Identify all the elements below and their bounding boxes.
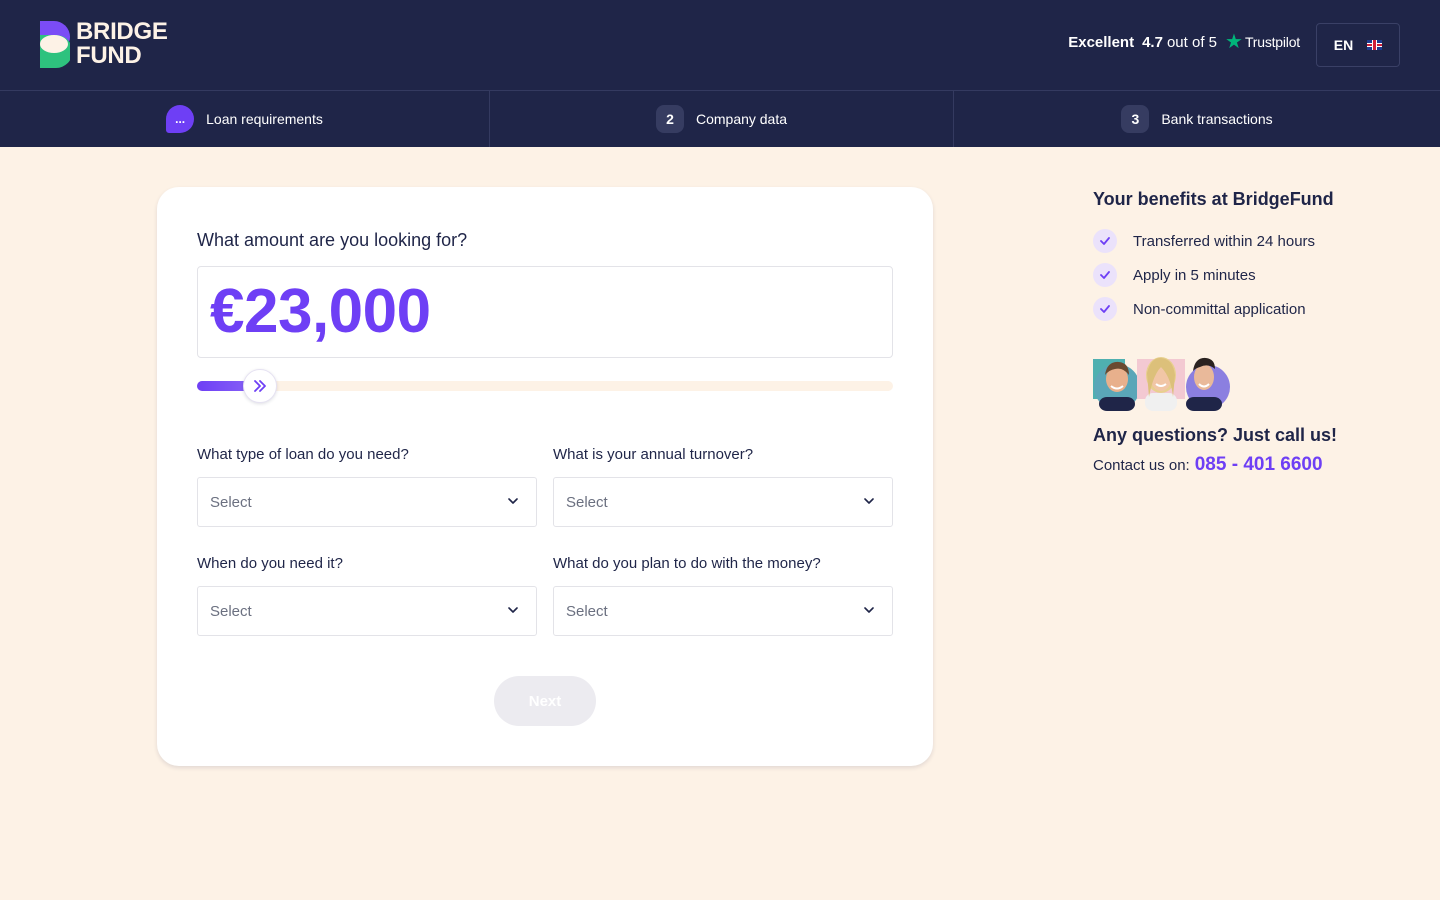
trustpilot-rating-word: Excellent	[1068, 33, 1135, 51]
benefit-item: Transferred within 24 hours	[1093, 229, 1393, 253]
slider-handle[interactable]	[242, 369, 277, 403]
benefits-list: Transferred within 24 hours Apply in 5 m…	[1093, 229, 1393, 321]
trustpilot-brand: Trustpilot	[1244, 34, 1300, 50]
amount-question: What amount are you looking for?	[197, 230, 468, 250]
annual-turnover-label: What is your annual turnover?	[553, 446, 754, 463]
logo-line-1: BRIDGE	[76, 18, 168, 45]
benefit-text: Transferred within 24 hours	[1133, 232, 1316, 250]
step-badge: 3	[1121, 105, 1150, 133]
step-badge: 2	[655, 105, 684, 133]
language-code: EN	[1333, 37, 1354, 53]
contact-prefix: Contact us on:	[1093, 457, 1190, 474]
uk-flag-icon	[1367, 40, 1383, 50]
when-needed-label: When do you need it?	[197, 555, 343, 572]
check-icon	[1093, 229, 1117, 253]
team-member-avatar	[1093, 359, 1140, 411]
team-member-avatar	[1137, 357, 1185, 411]
check-icon	[1093, 263, 1117, 287]
benefits-title: Your benefits at BridgeFund	[1093, 189, 1334, 209]
step-company-data[interactable]: 2 Company data	[490, 91, 954, 147]
benefit-text: Apply in 5 minutes	[1133, 266, 1256, 284]
chevron-down-icon	[864, 607, 874, 613]
benefits-sidebar: Your benefits at BridgeFund Transferred …	[1093, 187, 1393, 476]
top-header: BRIDGE FUND Excellent 4.7 out of 5 ★ Tru…	[0, 0, 1440, 90]
chevron-down-icon	[508, 498, 518, 504]
chevron-down-icon	[864, 498, 874, 504]
step-label: Bank transactions	[1161, 111, 1273, 127]
money-purpose-label: What do you plan to do with the money?	[553, 555, 821, 572]
trustpilot-score: 4.7	[1142, 33, 1163, 51]
benefit-item: Non-committal application	[1093, 297, 1393, 321]
step-bank-transactions[interactable]: 3 Bank transactions	[954, 91, 1440, 147]
select-placeholder: Select	[566, 602, 608, 620]
trustpilot-out-of: out of 5	[1166, 33, 1217, 51]
check-icon	[1093, 297, 1117, 321]
trustpilot-star-icon: ★	[1225, 31, 1243, 53]
loan-type-select[interactable]: Select	[197, 477, 537, 527]
language-selector[interactable]: EN	[1316, 23, 1400, 67]
bridgefund-logo-mark-icon	[40, 20, 70, 68]
loan-type-label: What type of loan do you need?	[197, 446, 409, 463]
logo-line-2: FUND	[76, 42, 142, 69]
progress-stepper: ... Loan requirements 2 Company data 3 B…	[0, 90, 1440, 147]
amount-slider[interactable]	[197, 369, 893, 403]
step-label: Loan requirements	[206, 111, 323, 127]
chevron-down-icon	[508, 607, 518, 613]
amount-input[interactable]: €23,000	[197, 266, 893, 358]
logo-wordmark: BRIDGE FUND	[76, 20, 168, 68]
benefit-text: Non-committal application	[1133, 300, 1306, 318]
when-needed-select[interactable]: Select	[197, 586, 537, 636]
select-placeholder: Select	[210, 602, 252, 620]
questions-heading: Any questions? Just call us!	[1093, 425, 1338, 445]
select-placeholder: Select	[210, 493, 252, 511]
next-button[interactable]: Next	[494, 676, 596, 726]
select-placeholder: Select	[566, 493, 608, 511]
step-label: Company data	[695, 111, 788, 127]
team-avatars	[1093, 353, 1393, 411]
trustpilot-rating[interactable]: Excellent 4.7 out of 5 ★ Trustpilot	[1068, 31, 1300, 53]
double-chevron-right-icon	[253, 380, 266, 392]
amount-value: €23,000	[210, 277, 431, 346]
annual-turnover-select[interactable]: Select	[553, 477, 893, 527]
money-purpose-select[interactable]: Select	[553, 586, 893, 636]
step-loan-requirements[interactable]: ... Loan requirements	[0, 91, 490, 147]
contact-line: Contact us on: 085 - 401 6600	[1093, 454, 1393, 476]
loan-form-card: What amount are you looking for? €23,000…	[157, 187, 933, 766]
team-member-avatar	[1186, 357, 1230, 411]
step-badge-active: ...	[166, 105, 195, 133]
phone-link[interactable]: 085 - 401 6600	[1195, 454, 1323, 476]
bridgefund-logo[interactable]: BRIDGE FUND	[40, 20, 168, 68]
benefit-item: Apply in 5 minutes	[1093, 263, 1393, 287]
